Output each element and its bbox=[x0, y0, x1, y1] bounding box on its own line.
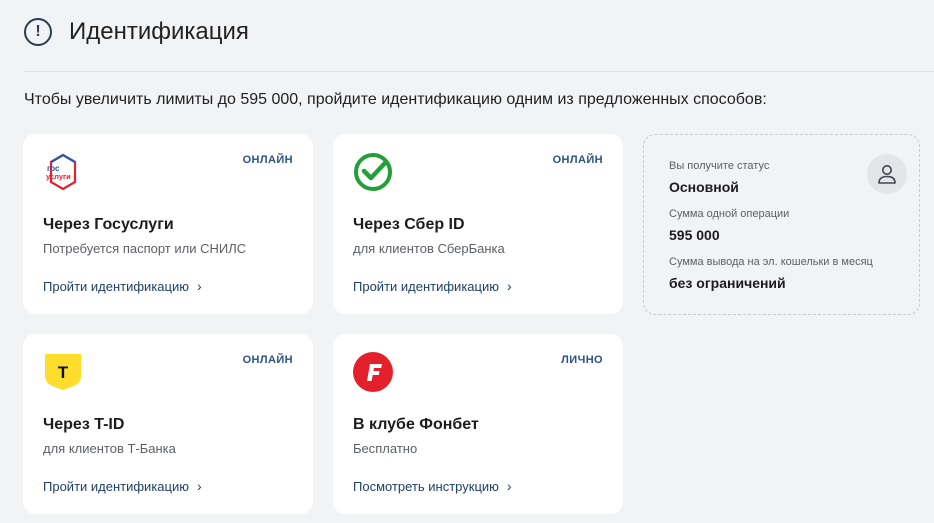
withdraw-limit-label: Сумма вывода на эл. кошельки в месяц bbox=[669, 256, 873, 268]
identify-link-tid[interactable]: Пройти идентификацию › bbox=[43, 478, 202, 494]
card-description: для клиентов Т-Банка bbox=[43, 441, 176, 456]
online-badge: ОНЛАЙН bbox=[552, 154, 603, 166]
chevron-right-icon: › bbox=[506, 478, 512, 494]
instruction-link-fonbet[interactable]: Посмотреть инструкцию › bbox=[353, 478, 512, 494]
card-title: Через T-ID bbox=[43, 416, 125, 433]
online-badge: ОНЛАЙН bbox=[242, 154, 293, 166]
card-description: для клиентов СберБанка bbox=[353, 241, 505, 256]
identify-link-gosuslugi[interactable]: Пройти идентификацию › bbox=[43, 278, 202, 294]
exclamation-circle-icon: ! bbox=[24, 18, 52, 46]
card-description: Потребуется паспорт или СНИЛС bbox=[43, 241, 247, 256]
card-sber-id: ОНЛАЙН Через Сбер ID для клиентов СберБа… bbox=[333, 134, 623, 314]
withdraw-limit-value: без ограничений bbox=[669, 275, 786, 291]
fonbet-logo-icon bbox=[353, 352, 393, 392]
link-label: Пройти идентификацию bbox=[353, 278, 499, 294]
divider bbox=[24, 71, 934, 72]
card-title: Через Госуслуги bbox=[43, 216, 174, 233]
sber-logo-icon bbox=[353, 152, 393, 192]
tbank-logo-icon: T bbox=[43, 352, 83, 392]
svg-text:услуги: услуги bbox=[46, 172, 71, 181]
card-fonbet-club: ЛИЧНО В клубе Фонбет Бесплатно Посмотрет… bbox=[333, 334, 623, 514]
svg-text:T: T bbox=[58, 363, 69, 382]
card-title: В клубе Фонбет bbox=[353, 416, 479, 433]
page-header: ! Идентификация bbox=[24, 14, 249, 50]
chevron-right-icon: › bbox=[506, 278, 512, 294]
card-gosuslugi: гос услуги ОНЛАЙН Через Госуслуги Потреб… bbox=[23, 134, 313, 314]
identify-link-sber[interactable]: Пройти идентификацию › bbox=[353, 278, 512, 294]
in-person-badge: ЛИЧНО bbox=[561, 354, 603, 366]
link-label: Пройти идентификацию bbox=[43, 478, 189, 494]
status-info-card: Вы получите статус Основной Сумма одной … bbox=[643, 134, 920, 315]
chevron-right-icon: › bbox=[196, 478, 202, 494]
page-title: Идентификация bbox=[69, 18, 249, 45]
operation-limit-label: Сумма одной операции bbox=[669, 208, 790, 220]
online-badge: ОНЛАЙН bbox=[242, 354, 293, 366]
link-label: Посмотреть инструкцию bbox=[353, 478, 499, 494]
gosuslugi-logo-icon: гос услуги bbox=[43, 152, 83, 192]
chevron-right-icon: › bbox=[196, 278, 202, 294]
card-description: Бесплатно bbox=[353, 441, 418, 456]
operation-limit-value: 595 000 bbox=[669, 227, 720, 243]
user-icon bbox=[867, 154, 907, 194]
intro-text: Чтобы увеличить лимиты до 595 000, пройд… bbox=[24, 91, 767, 108]
card-title: Через Сбер ID bbox=[353, 216, 465, 233]
card-t-id: T ОНЛАЙН Через T-ID для клиентов Т-Банка… bbox=[23, 334, 313, 514]
status-value: Основной bbox=[669, 179, 739, 195]
link-label: Пройти идентификацию bbox=[43, 278, 189, 294]
status-label: Вы получите статус bbox=[669, 160, 770, 172]
